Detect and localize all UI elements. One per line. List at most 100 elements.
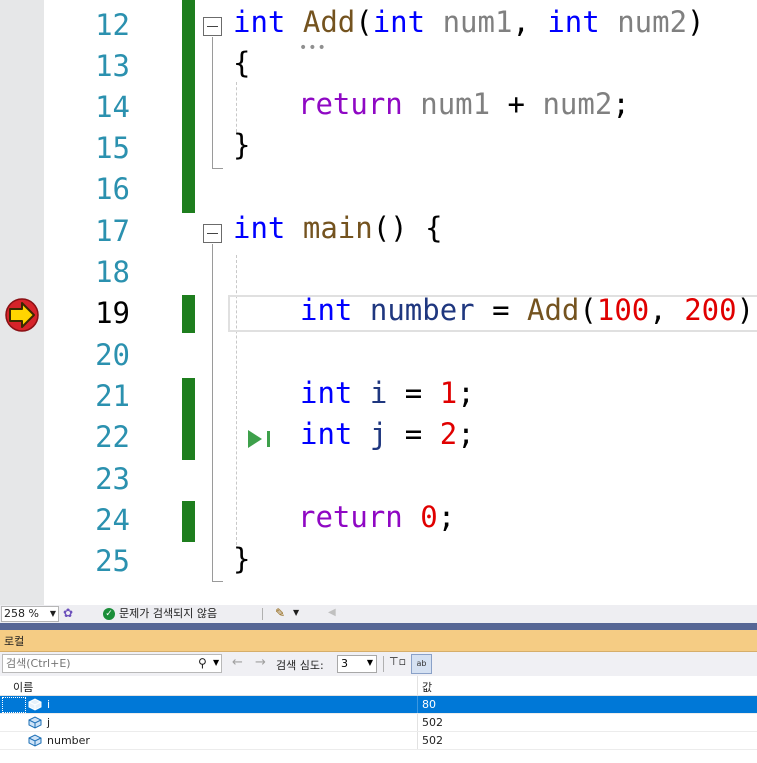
keyword: int	[300, 417, 353, 451]
keyword: int	[233, 211, 286, 245]
variable-icon	[28, 716, 42, 729]
column-header-name[interactable]: 이름	[13, 679, 33, 695]
line-number: 16	[95, 172, 130, 206]
code-line[interactable]: int Add(int num1, int num2)	[233, 6, 705, 39]
code-line[interactable]: return num1 + num2;	[298, 88, 630, 121]
operator: =	[387, 417, 440, 451]
punctuation: ;	[457, 417, 475, 451]
column-divider[interactable]	[417, 676, 418, 695]
copilot-icon[interactable]: ✿	[63, 607, 76, 620]
code-line[interactable]: }	[233, 129, 250, 162]
forward-arrow-icon[interactable]: →	[255, 655, 266, 671]
keyword: return	[298, 500, 403, 534]
suggestion-dots-icon[interactable]: •••	[299, 40, 327, 56]
variable-name: j	[47, 716, 51, 729]
editor-status-bar: 258 % ▼ ✿ ✓ 문제가 검색되지 않음 ✎ ▼ ◀	[0, 605, 757, 623]
function-name: Add	[302, 5, 356, 39]
line-number: 21	[95, 379, 130, 413]
window-splitter[interactable]	[0, 623, 757, 630]
punctuation: ;	[437, 500, 456, 534]
line-number: 22	[95, 420, 130, 454]
local-variable: number	[369, 293, 475, 327]
search-box[interactable]: ⚲ ▼	[2, 654, 222, 673]
line-number: 18	[95, 255, 130, 289]
keyword: int	[372, 5, 426, 39]
line-number: 20	[95, 338, 130, 372]
code-cleanup-icon[interactable]: ✎	[275, 606, 285, 620]
punctuation: ,	[649, 293, 685, 327]
line-number: 25	[95, 544, 130, 578]
search-icon[interactable]: ⚲	[198, 656, 207, 670]
issues-status[interactable]: 문제가 검색되지 않음	[119, 607, 217, 621]
variable-value[interactable]: 502	[422, 716, 443, 729]
code-line[interactable]: int j = 2;	[300, 418, 475, 451]
search-depth-value: 3	[341, 657, 348, 670]
search-depth-label: 검색 심도:	[276, 659, 324, 672]
parameter: num1	[420, 87, 491, 121]
operator: =	[474, 293, 528, 327]
brace: }	[233, 128, 251, 162]
variable-value[interactable]: 80	[422, 698, 436, 711]
punctuation: );	[736, 293, 757, 327]
variable-value[interactable]: 502	[422, 734, 443, 747]
locals-title: 로컬	[4, 635, 25, 648]
number-literal: 1	[439, 376, 458, 410]
chevron-down-icon[interactable]: ▼	[293, 608, 299, 617]
table-row[interactable]: j 502	[0, 714, 757, 732]
line-number-current: 19	[95, 296, 130, 330]
search-input[interactable]	[6, 656, 186, 671]
line-number: 13	[95, 49, 130, 83]
line-number: 12	[95, 8, 130, 42]
punctuation: (	[355, 5, 373, 39]
operator: +	[490, 87, 543, 121]
scroll-left-icon[interactable]: ◀	[328, 607, 336, 618]
column-divider	[417, 714, 418, 731]
keyword: int	[300, 376, 353, 410]
zoom-combobox[interactable]: 258 % ▼	[1, 606, 59, 622]
operator: =	[387, 376, 440, 410]
number-literal: 100	[596, 293, 650, 327]
code-line[interactable]: return 0;	[298, 501, 455, 534]
chevron-down-icon: ▼	[49, 609, 56, 618]
column-header-value[interactable]: 값	[422, 679, 432, 695]
column-divider	[417, 696, 418, 713]
chevron-down-icon[interactable]: ▼	[213, 658, 219, 667]
variable-name: i	[47, 698, 51, 711]
punctuation: )	[687, 5, 705, 39]
number-literal: 200	[684, 293, 737, 327]
variable-icon	[28, 698, 42, 711]
column-divider	[417, 732, 418, 749]
punctuation: () {	[372, 211, 443, 245]
number-literal: 0	[420, 500, 438, 534]
separator	[262, 608, 263, 620]
hex-display-icon[interactable]: ab	[411, 654, 432, 674]
check-circle-icon: ✓	[103, 608, 115, 620]
back-arrow-icon[interactable]: ←	[232, 655, 243, 671]
line-number: 14	[95, 90, 130, 124]
separator	[383, 656, 384, 672]
locals-window-tab[interactable]: 로컬	[0, 630, 757, 652]
code-line[interactable]: }	[233, 543, 250, 576]
function-name: main	[302, 211, 373, 245]
locals-grid-header: 이름 값	[0, 676, 757, 696]
parameter: num1	[442, 5, 513, 39]
pin-icon[interactable]: ⊤▫	[389, 655, 406, 668]
brace: {	[233, 46, 251, 80]
variable-name: number	[47, 734, 90, 747]
line-number: 23	[95, 462, 130, 496]
run-to-click-icon[interactable]	[246, 428, 276, 450]
code-editor[interactable]: 12 13 14 15 16 17 18 19 20 21 22 23 24 2…	[0, 0, 757, 605]
variable-icon	[28, 734, 42, 747]
table-row[interactable]: number 502	[0, 732, 757, 750]
function-name: Add	[527, 293, 580, 327]
code-line-current[interactable]: int number = Add(100, 200);	[300, 294, 757, 327]
locals-toolbar: ⚲ ▼ ← → 검색 심도: 3 ▼ ⊤▫ ab	[0, 652, 757, 676]
keyword: return	[298, 87, 403, 121]
table-row[interactable]: i 80	[0, 696, 757, 714]
zoom-value: 258 %	[4, 607, 39, 620]
code-line[interactable]: int i = 1;	[300, 377, 475, 410]
code-line[interactable]: {	[233, 47, 250, 80]
current-statement-arrow-icon[interactable]	[4, 297, 40, 333]
code-line[interactable]: int main() {	[233, 212, 443, 245]
search-depth-select[interactable]: 3 ▼	[337, 655, 377, 673]
